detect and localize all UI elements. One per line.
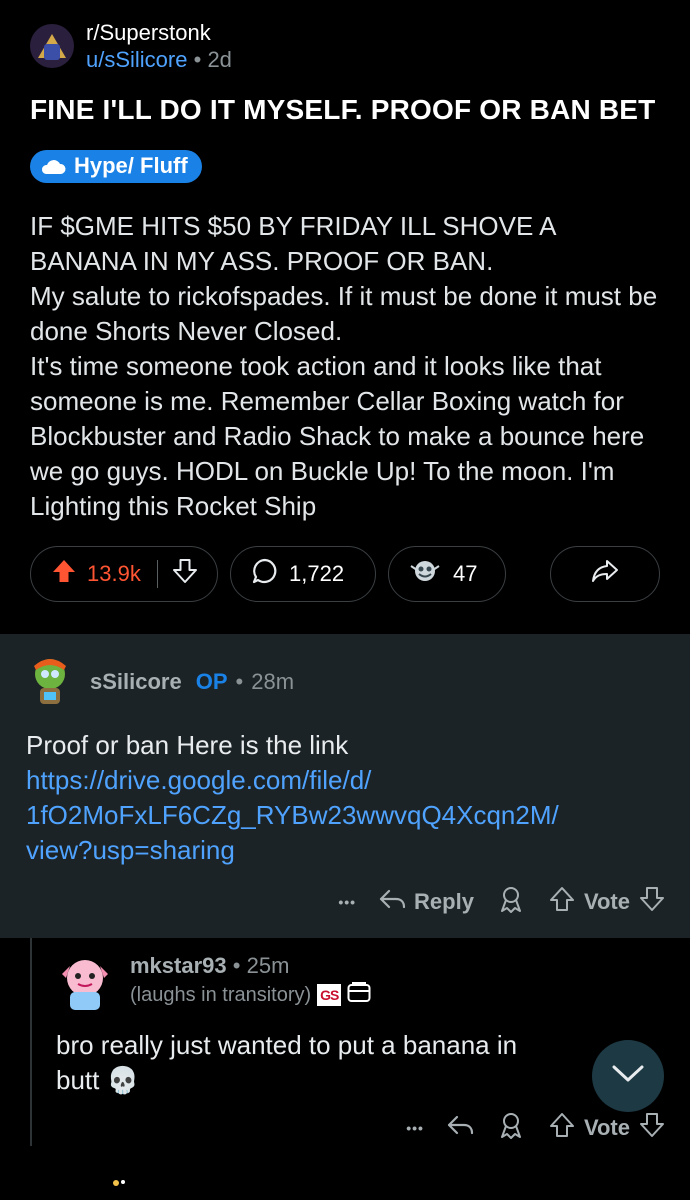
reply-comment-actions: ••• Vote: [56, 1110, 666, 1146]
op-comment-author[interactable]: sSilicore: [90, 669, 182, 695]
reply-author-line: mkstar93 • 25m: [130, 952, 371, 981]
vote-label: Vote: [583, 889, 630, 914]
reply-snoo-avatar[interactable]: [56, 952, 114, 1014]
user-flair: (laughs in transitory) GS: [130, 981, 371, 1010]
reply-comment-author[interactable]: mkstar93: [130, 953, 227, 978]
comment-bubble-icon: [251, 557, 279, 591]
reply-text-line2: butt: [56, 1065, 100, 1095]
op-comment-actions: ••• Reply Vote: [24, 884, 666, 920]
reply-comment-meta: mkstar93 • 25m (laughs in transitory) GS: [130, 952, 371, 1010]
award-ribbon-icon[interactable]: [496, 884, 526, 920]
op-comment-text: Proof or ban Here is the link: [26, 730, 349, 760]
more-options-button[interactable]: •••: [406, 1120, 424, 1136]
comment-vote-group: Vote: [548, 885, 666, 919]
reply-arrow-icon[interactable]: [446, 1113, 474, 1143]
op-comment-header: sSilicore OP • 28m: [24, 654, 666, 710]
op-comment-meta: OP • 28m: [196, 669, 294, 695]
share-arrow-icon: [591, 559, 619, 589]
post-flair[interactable]: Hype/ Fluff: [30, 150, 202, 183]
downvote-arrow-icon[interactable]: [172, 558, 198, 590]
reply-label: Reply: [414, 889, 474, 914]
post-body: IF $GME HITS $50 BY FRIDAY ILL SHOVE A B…: [30, 211, 658, 521]
op-comment: sSilicore OP • 28m Proof or ban Here is …: [0, 634, 690, 938]
comments-button[interactable]: 1,722: [230, 546, 376, 602]
reply-comment-age: 25m: [246, 953, 290, 978]
subreddit-avatar[interactable]: [30, 24, 74, 68]
drive-link-line1[interactable]: https://drive.google.com/file/d/: [26, 763, 666, 798]
post: r/Superstonk u/sSilicore • 2d FINE I'LL …: [0, 0, 690, 602]
flair-label: Hype/ Fluff: [74, 153, 188, 178]
upvote-arrow-icon[interactable]: [51, 558, 77, 590]
drive-link-line2[interactable]: 1fO2MoFxLF6CZg_RYBw23wwvqQ4Xcqn2M/: [26, 798, 666, 833]
cloud-icon: [40, 159, 66, 174]
gs-badge-icon: GS: [317, 984, 342, 1007]
post-header: r/Superstonk u/sSilicore • 2d: [30, 0, 660, 74]
next-comment-avatar-peek: [110, 1176, 130, 1188]
awards-button[interactable]: 47: [388, 546, 506, 602]
drive-link-line3[interactable]: view?usp=sharing: [26, 833, 666, 868]
chevron-down-icon: [611, 1064, 645, 1089]
reply-comment-header: mkstar93 • 25m (laughs in transitory) GS: [56, 952, 666, 1014]
post-age: 2d: [207, 47, 232, 72]
author-line: u/sSilicore • 2d: [86, 47, 232, 72]
comment-downvote-icon[interactable]: [638, 1111, 666, 1145]
thread-line[interactable]: [30, 938, 32, 1146]
collapse-thread-button[interactable]: [592, 1040, 664, 1112]
meta-separator: •: [235, 669, 244, 694]
post-title[interactable]: FINE I'LL DO IT MYSELF. PROOF OR BAN BET: [30, 92, 660, 128]
reply-text-line1: bro really just wanted to put a banana i…: [56, 1030, 518, 1060]
vote-count: 13.9k: [87, 561, 141, 586]
reply-button[interactable]: Reply: [378, 887, 474, 917]
op-snoo-avatar[interactable]: [24, 654, 76, 710]
subreddit-name[interactable]: r/Superstonk: [86, 20, 232, 45]
reply-vote-group: Vote: [548, 1111, 666, 1145]
share-button[interactable]: [550, 546, 660, 602]
reply-comment-body: bro really just wanted to put a banana i…: [56, 1028, 666, 1098]
wallet-icon: [347, 981, 371, 1010]
op-comment-age: 28m: [251, 669, 295, 694]
comment-upvote-icon[interactable]: [548, 885, 576, 919]
vote-divider: [156, 560, 159, 588]
op-tag: OP: [195, 669, 228, 694]
op-comment-body: Proof or ban Here is the link https://dr…: [24, 728, 666, 868]
user-flair-text: (laughs in transitory): [130, 984, 312, 1007]
comment-count: 1,722: [289, 561, 345, 586]
meta-separator: •: [193, 47, 202, 72]
post-meta: r/Superstonk u/sSilicore • 2d: [86, 20, 232, 73]
award-icon: [409, 558, 441, 590]
more-options-button[interactable]: •••: [338, 894, 356, 910]
vote-pill: 13.9k: [30, 546, 218, 602]
award-count: 47: [453, 561, 478, 586]
comment-downvote-icon[interactable]: [638, 885, 666, 919]
reply-arrow-icon: [378, 887, 406, 917]
award-ribbon-icon[interactable]: [496, 1110, 526, 1146]
post-action-bar: 13.9k 1,722 47: [30, 546, 660, 602]
skull-emoji: 💀: [106, 1065, 139, 1095]
post-author[interactable]: u/sSilicore: [86, 47, 187, 72]
comment-upvote-icon[interactable]: [548, 1111, 576, 1145]
vote-label: Vote: [583, 1115, 630, 1140]
reply-comment: mkstar93 • 25m (laughs in transitory) GS…: [0, 938, 690, 1146]
meta-separator: •: [232, 953, 241, 978]
